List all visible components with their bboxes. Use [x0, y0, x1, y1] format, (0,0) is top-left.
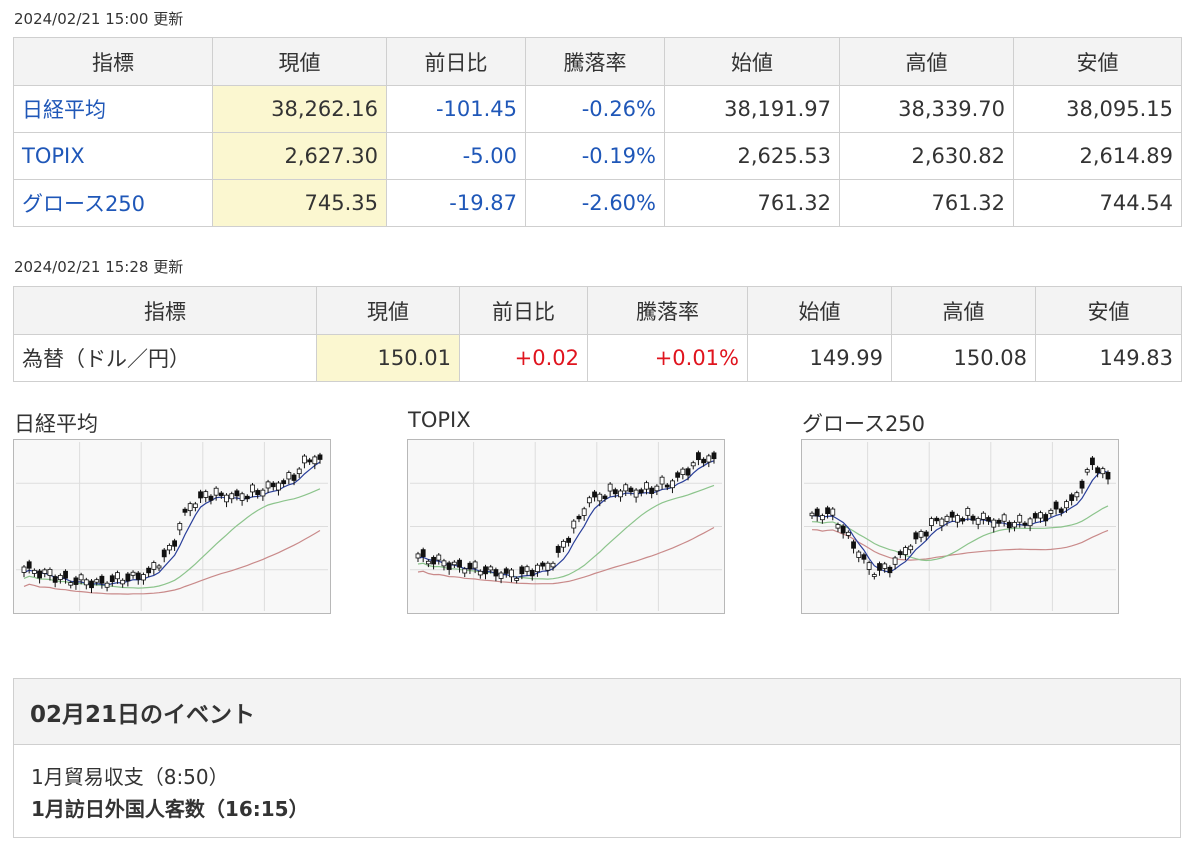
change-value: -101.45: [386, 85, 526, 133]
table-row: 為替（ドル／円） 150.01 +0.02 +0.01% 149.99 150.…: [13, 334, 1182, 382]
rate-value: -2.60%: [525, 179, 665, 227]
high-value: 38,339.70: [839, 85, 1014, 133]
chart-title-topix: TOPIX: [408, 408, 471, 432]
rate-value: -0.19%: [525, 132, 665, 180]
high-value: 2,630.82: [839, 132, 1014, 180]
high-value: 761.32: [839, 179, 1014, 227]
index-link-topix[interactable]: TOPIX: [13, 132, 213, 180]
open-value: 149.99: [747, 334, 892, 382]
header-high: 高値: [891, 286, 1036, 335]
chart-grid: [16, 442, 328, 611]
header-change: 前日比: [459, 286, 588, 335]
event-panel: 02月21日のイベント 1月貿易収支（8:50） 1月訪日外国人客数（16:15…: [13, 678, 1181, 838]
candles: [415, 450, 717, 584]
index-link-growth250[interactable]: グロース250: [13, 179, 213, 227]
open-value: 761.32: [664, 179, 840, 227]
chart-grid: [410, 442, 722, 611]
change-value: -5.00: [386, 132, 526, 180]
header-rate: 騰落率: [587, 286, 748, 335]
header-open: 始値: [747, 286, 892, 335]
moving-average-mid: [23, 488, 321, 589]
high-value: 150.08: [891, 334, 1036, 382]
low-value: 38,095.15: [1013, 85, 1182, 133]
index-quote-table: 指標 現値 前日比 騰落率 始値 高値 安値 日経平均 38,262.16 -1…: [13, 37, 1182, 227]
chart-topix[interactable]: [407, 439, 725, 614]
chart-nikkei[interactable]: [13, 439, 331, 614]
header-open: 始値: [664, 37, 840, 86]
table-row: グロース250 745.35 -19.87 -2.60% 761.32 761.…: [13, 179, 1182, 227]
chart-title-growth250: グロース250: [802, 412, 926, 436]
low-value: 2,614.89: [1013, 132, 1182, 180]
index-link-nikkei[interactable]: 日経平均: [13, 85, 213, 133]
header-current: 現値: [212, 37, 387, 86]
fx-quote-table: 指標 現値 前日比 騰落率 始値 高値 安値 為替（ドル／円） 150.01 +…: [13, 286, 1182, 382]
table-header-row: 指標 現値 前日比 騰落率 始値 高値 安値: [13, 37, 1182, 86]
candles: [809, 456, 1111, 580]
event-list: 1月貿易収支（8:50） 1月訪日外国人客数（16:15）: [14, 745, 1180, 825]
chart-grid: [804, 442, 1116, 611]
event-item: 1月貿易収支（8:50）: [31, 765, 229, 789]
open-value: 38,191.97: [664, 85, 840, 133]
header-indicator: 指標: [13, 37, 213, 86]
fx-name: 為替（ドル／円）: [13, 334, 317, 382]
rate-value: -0.26%: [525, 85, 665, 133]
candlestick-chart-growth250: [804, 442, 1116, 611]
header-low: 安値: [1013, 37, 1182, 86]
table-row: TOPIX 2,627.30 -5.00 -0.19% 2,625.53 2,6…: [13, 132, 1182, 180]
rate-value: +0.01%: [587, 334, 748, 382]
table-row: 日経平均 38,262.16 -101.45 -0.26% 38,191.97 …: [13, 85, 1182, 133]
table-header-row: 指標 現値 前日比 騰落率 始値 高値 安値: [13, 286, 1182, 335]
moving-average-mid: [417, 484, 715, 580]
header-low: 安値: [1035, 286, 1182, 335]
header-change: 前日比: [386, 37, 526, 86]
change-value: -19.87: [386, 179, 526, 227]
event-title: 02月21日のイベント: [14, 679, 1180, 745]
update-timestamp: 2024/02/21 15:28 更新: [14, 258, 184, 276]
current-value: 745.35: [212, 179, 387, 227]
candlestick-chart-nikkei: [16, 442, 328, 611]
current-value: 2,627.30: [212, 132, 387, 180]
low-value: 149.83: [1035, 334, 1182, 382]
header-indicator: 指標: [13, 286, 317, 335]
chart-title-nikkei: 日経平均: [14, 412, 98, 436]
open-value: 2,625.53: [664, 132, 840, 180]
change-value: +0.02: [459, 334, 588, 382]
moving-average-short: [417, 460, 715, 578]
header-high: 高値: [839, 37, 1014, 86]
moving-average-short: [23, 461, 321, 586]
candles: [21, 452, 323, 594]
current-value: 38,262.16: [212, 85, 387, 133]
header-current: 現値: [316, 286, 460, 335]
update-timestamp: 2024/02/21 15:00 更新: [14, 10, 184, 28]
chart-growth250[interactable]: [801, 439, 1119, 614]
header-rate: 騰落率: [525, 37, 665, 86]
low-value: 744.54: [1013, 179, 1182, 227]
current-value: 150.01: [316, 334, 460, 382]
event-item: 1月訪日外国人客数（16:15）: [31, 797, 309, 821]
candlestick-chart-topix: [410, 442, 722, 611]
